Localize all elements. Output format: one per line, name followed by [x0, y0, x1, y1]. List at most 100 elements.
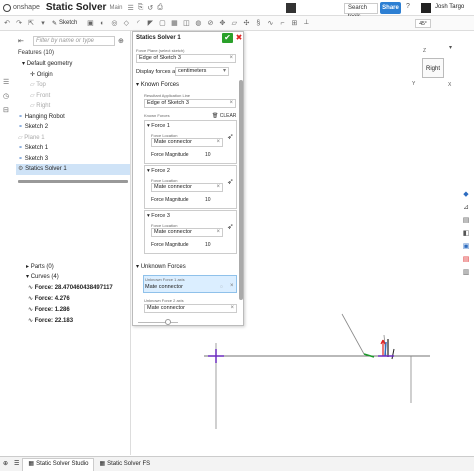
force-3-location-field[interactable]: Mate connector ×	[151, 228, 223, 237]
filter-add-icon[interactable]: ⊕	[118, 37, 124, 45]
tree-item-plane-1[interactable]: ▱ Plane 1	[16, 133, 130, 144]
unknown-force-2-field[interactable]: Mate connector ×	[144, 304, 237, 313]
clock-icon[interactable]: ◷	[3, 92, 13, 106]
curve-item[interactable]: ∿ Force: 22.183	[28, 317, 73, 324]
features-header[interactable]: Features (10)	[18, 50, 54, 56]
flip-direction-icon[interactable]: ➶	[227, 177, 234, 186]
force-2-header[interactable]: ▾ Force 2	[147, 168, 170, 174]
variables-icon[interactable]: ⊟	[3, 106, 13, 120]
view-angle[interactable]: 45°	[415, 19, 431, 28]
known-forces-section[interactable]: ▾ Known Forces	[136, 81, 179, 88]
split-icon[interactable]: ⊘	[205, 19, 215, 27]
render-icon[interactable]: ▣	[459, 242, 473, 255]
tree-item-right[interactable]: ▱ Right	[16, 101, 130, 112]
resultant-line-field[interactable]: Edge of Sketch 3 ×	[144, 99, 236, 108]
flip-direction-icon[interactable]: ➶	[227, 222, 234, 231]
curve-item[interactable]: ∿ Force: 28.470460438497117	[28, 284, 113, 291]
accept-button[interactable]: ✔	[222, 33, 233, 43]
share-button[interactable]: Share	[380, 2, 401, 14]
view-cube-menu-icon[interactable]: ▾	[449, 44, 452, 51]
curve-icon[interactable]: ∿	[265, 19, 275, 27]
tree-item-sketch-1[interactable]: ⚬ Sketch 1	[16, 143, 130, 154]
tree-item-statics-solver-1[interactable]: ⚙ Statics Solver 1	[16, 164, 130, 175]
sketch-button[interactable]: ✎ Sketch	[52, 20, 77, 27]
tree-item-sketch-3[interactable]: ⚬ Sketch 3	[16, 154, 130, 165]
transform-icon[interactable]: ✥	[217, 19, 227, 27]
force-3-magnitude-value[interactable]: 10	[205, 242, 211, 248]
unknown-force-1-value[interactable]: Mate connector	[145, 284, 183, 290]
force-line[interactable]	[341, 313, 365, 355]
unknown-force-1-box[interactable]: Unknown Force 1 axis Mate connector ◌ ×	[143, 275, 237, 293]
tree-item-default-geometry[interactable]: ▾ Default geometry	[16, 59, 130, 70]
force-1-magnitude-value[interactable]: 10	[205, 152, 211, 158]
redo-icon[interactable]: ↷	[14, 19, 24, 27]
force-plane-field[interactable]: Edge of Sketch 3 ×	[136, 54, 236, 63]
mass-properties-icon[interactable]: ▤	[459, 216, 473, 229]
tree-item-origin[interactable]: ✛ Origin	[16, 70, 130, 81]
cancel-button[interactable]: ✖	[234, 33, 244, 43]
link-icon[interactable]: ⎘	[138, 4, 144, 12]
frame-icon[interactable]: ⊞	[289, 19, 299, 27]
collaborator-avatar[interactable]	[286, 3, 296, 13]
document-title[interactable]: Static Solver	[46, 2, 107, 13]
clear-selection-icon[interactable]: ×	[216, 184, 220, 191]
appearance-icon[interactable]: ◆	[459, 190, 473, 203]
slider-handle[interactable]	[165, 319, 171, 325]
force-vector[interactable]	[384, 341, 387, 357]
view-cube-face[interactable]: Right	[422, 58, 444, 78]
dialog-scrollbar[interactable]	[239, 80, 243, 300]
extrude-icon[interactable]: ▣	[85, 19, 95, 27]
collapse-icon[interactable]: ⇤	[18, 37, 24, 45]
plane-icon[interactable]: ▱	[229, 19, 239, 27]
clear-selection-icon[interactable]: ×	[230, 305, 234, 312]
hamburger-icon[interactable]: ☰	[127, 4, 133, 12]
shell-icon[interactable]: ▢	[157, 19, 167, 27]
unknown-forces-section[interactable]: ▾ Unknown Forces	[136, 263, 186, 270]
fillet-icon[interactable]: ◜	[133, 19, 143, 27]
configurations-icon[interactable]: ▤	[459, 255, 473, 268]
mirror-icon[interactable]: ◫	[181, 19, 191, 27]
curve-item[interactable]: ∿ Force: 1.286	[28, 306, 70, 313]
tree-item-front[interactable]: ▱ Front	[16, 91, 130, 102]
view-cube[interactable]: Z Y X Right ▾	[404, 44, 460, 94]
slider-track[interactable]	[138, 322, 178, 323]
measure-panel-icon[interactable]: ⊿	[459, 203, 473, 216]
loft-icon[interactable]: ◇	[121, 19, 131, 27]
feature-list-icon[interactable]: ☰	[3, 78, 13, 92]
mate-connector-icon[interactable]: ✣	[241, 19, 251, 27]
force-2-location-field[interactable]: Mate connector ×	[151, 183, 223, 192]
force-2-magnitude-value[interactable]: 10	[205, 197, 211, 203]
select-icon[interactable]: ⇱	[26, 19, 36, 27]
user-avatar[interactable]	[421, 3, 431, 13]
curve-item[interactable]: ∿ Force: 4.276	[28, 295, 70, 302]
sweep-icon[interactable]: ◎	[109, 19, 119, 27]
tree-item-hanging-robot[interactable]: ⚬ Hanging Robot	[16, 112, 130, 123]
helix-icon[interactable]: §	[253, 20, 263, 27]
tab-static-solver-fs[interactable]: ▦ Static Solver FS	[94, 458, 155, 471]
feature-filter-input[interactable]: Filter by name or type	[33, 36, 115, 46]
tab-static-solver-studio[interactable]: ▦ Static Solver Studio	[22, 457, 95, 471]
branch-label[interactable]: Main	[109, 5, 122, 11]
clear-selection-icon[interactable]: ×	[216, 229, 220, 236]
clear-selection-icon[interactable]: ×	[229, 55, 233, 62]
curves-header[interactable]: ▾ Curves (4)	[26, 273, 59, 280]
tree-item-top[interactable]: ▱ Top	[16, 80, 130, 91]
user-name[interactable]: Josh Targo	[435, 4, 464, 10]
clear-button[interactable]: 🗑 CLEAR	[212, 113, 236, 119]
pattern-icon[interactable]: ▦	[169, 19, 179, 27]
tree-item-sketch-2[interactable]: ⚬ Sketch 2	[16, 122, 130, 133]
sheet-metal-icon[interactable]: ⌐	[277, 20, 287, 27]
undo-icon[interactable]: ↶	[2, 19, 12, 27]
flip-direction-icon[interactable]: ➶	[227, 132, 234, 141]
print-icon[interactable]: ⎙	[157, 4, 163, 12]
variables-panel-icon[interactable]: ▥	[459, 268, 473, 281]
force-vector[interactable]	[391, 348, 395, 360]
force-vector[interactable]	[363, 353, 375, 358]
force-3-header[interactable]: ▾ Force 3	[147, 213, 170, 219]
parts-header[interactable]: ▸ Parts (0)	[26, 263, 54, 270]
revolve-icon[interactable]: ◐	[97, 20, 107, 27]
section-view-icon[interactable]: ◧	[459, 229, 473, 242]
clear-selection-icon[interactable]: ×	[216, 139, 220, 146]
force-1-location-field[interactable]: Mate connector ×	[151, 138, 223, 147]
tab-list-icon[interactable]: ☰	[11, 458, 22, 471]
